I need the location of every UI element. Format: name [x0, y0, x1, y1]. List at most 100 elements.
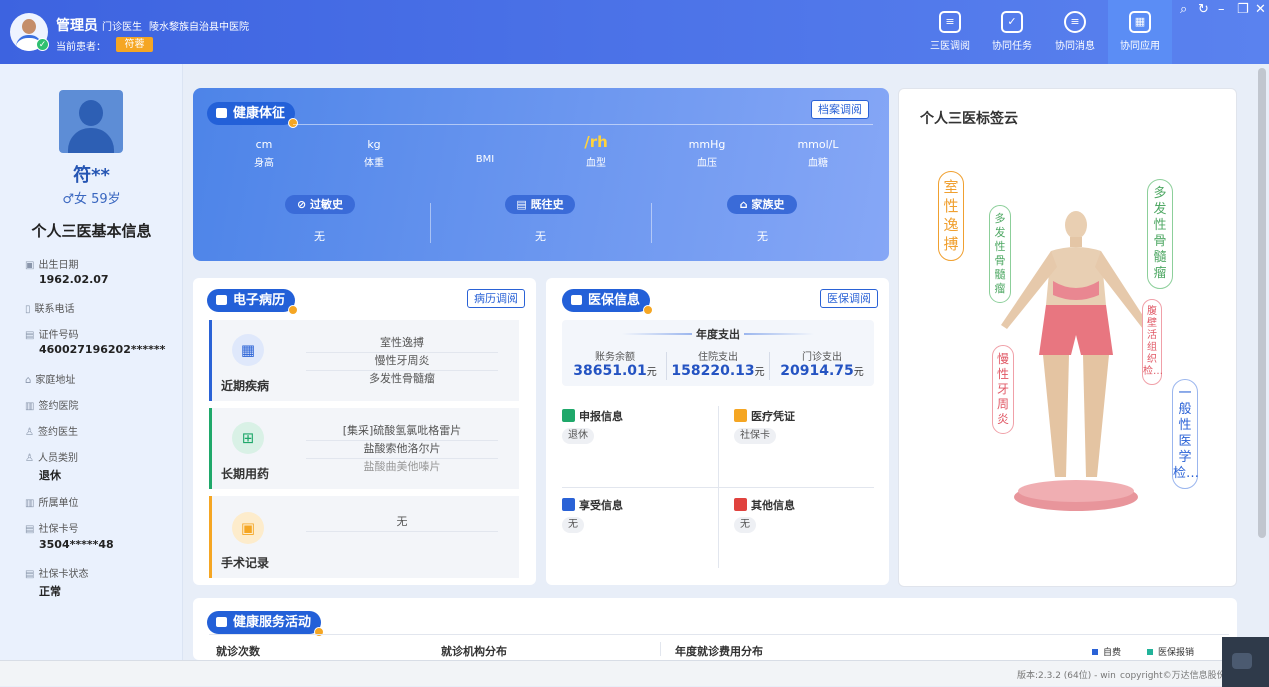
vital-blood-sugar: mmol/L 血糖: [797, 138, 839, 169]
building-icon: ▥: [25, 498, 35, 509]
floating-assistant[interactable]: [1222, 637, 1269, 687]
insurance-title: 医保信息: [562, 289, 654, 315]
field-contract-doctor: ♙ 签约医生: [25, 427, 78, 438]
hospital-name: 陵水黎族自治县中医院: [149, 22, 249, 33]
id-number-value: 460027196202******: [39, 343, 166, 356]
apps-grid-icon: ▦: [1129, 11, 1151, 33]
document-icon: ≡: [939, 11, 961, 33]
checkbox-icon: [562, 409, 575, 422]
history-icon: ▤: [516, 198, 531, 211]
field-birthdate: ▣ 出生日期: [25, 260, 79, 271]
voucher-icon: [734, 409, 747, 422]
verified-icon: ✓: [36, 38, 49, 51]
chat-icon: [1232, 653, 1252, 669]
health-activity-card: 健康服务活动 就诊次数 就诊机构分布 年度就诊费用分布 自费 医保报销: [193, 598, 1237, 660]
tag-cloud-card: 个人三医标签云 室性逸搏 多发性骨髓瘤 多发性骨髓瘤 腹壁活组织检… 慢性牙周炎…: [898, 88, 1237, 587]
nav-three-medical-review[interactable]: ≡ 三医调阅: [921, 0, 979, 64]
medical-voucher-value: 社保卡: [734, 428, 776, 444]
archive-view-button[interactable]: 档案调阅: [811, 100, 869, 119]
account-balance-stat: 账务余额 38651.01元: [573, 352, 657, 379]
annual-expense-panel: 年度支出 账务余额 38651.01元 住院支出 158220.13元 门诊支出…: [562, 320, 874, 386]
birthdate-value: 1962.02.07: [39, 273, 109, 286]
recent-disease-row: ▦ 近期疾病 室性逸搏 慢性牙周炎 多发性骨髓瘤: [209, 320, 519, 401]
user-role: 门诊医生: [102, 22, 142, 33]
vital-blood-type: /rh 血型: [584, 133, 608, 169]
social-card-value: 3504*****48: [39, 538, 114, 551]
card-status-icon: ▤: [25, 569, 35, 580]
patient-sidebar: 符** ♂女 59岁 个人三医基本信息 ▣ 出生日期 1962.02.07 ▯ 联系…: [0, 64, 183, 660]
tag-general-medical-exam[interactable]: 一般性医学检…: [1172, 379, 1199, 489]
nav-collab-messages[interactable]: ≡ 协同消息: [1046, 0, 1104, 64]
field-contract-hospital: ▥ 签约医院: [25, 401, 79, 412]
tag-multiple-myeloma[interactable]: 多发性骨髓瘤: [1147, 179, 1173, 289]
social-card-status-value: 正常: [39, 585, 61, 598]
allergy-icon: ⊘: [296, 198, 311, 211]
list-item: 无: [306, 511, 498, 532]
person-icon: ♙: [25, 453, 34, 464]
nav-collab-apps[interactable]: ▦ 协同应用: [1108, 0, 1172, 64]
vital-weight: kg 体重: [364, 138, 384, 169]
visit-institution-heading: 就诊机构分布: [441, 645, 507, 658]
id-card-icon: ▤: [25, 330, 35, 341]
declaration-info: 申报信息: [562, 408, 623, 424]
vital-height: cm 身高: [254, 138, 274, 169]
search-icon[interactable]: ⌕: [1180, 2, 1187, 17]
insurance-card: 医保信息 医保调阅 年度支出 账务余额 38651.01元 住院支出 15822…: [546, 278, 889, 585]
refresh-icon[interactable]: ↻: [1198, 2, 1209, 17]
surgery-record-row: ▣ 手术记录 无: [209, 496, 519, 578]
vital-blood-pressure: mmHg 血压: [688, 138, 726, 169]
family-history-value: 无: [757, 230, 768, 243]
legend-insurance: 医保报销: [1147, 645, 1194, 658]
benefit-value: 无: [562, 517, 584, 533]
card-icon: ▤: [25, 524, 35, 535]
emr-view-button[interactable]: 病历调阅: [467, 289, 525, 308]
health-vitals-card: 健康体征 档案调阅 cm 身高 kg 体重 BMI /rh 血型 mmHg 血压 mmo…: [193, 88, 889, 261]
past-history-value: 无: [535, 230, 546, 243]
declaration-value: 退休: [562, 428, 594, 444]
home-icon: ⌂: [25, 375, 32, 386]
annual-expense-title: 年度支出: [696, 328, 740, 341]
task-check-icon: ✓: [1001, 11, 1023, 33]
tag-ventricular-escape[interactable]: 室性逸搏: [938, 171, 964, 261]
family-icon: ⌂: [739, 198, 752, 211]
medicine-bottle-icon: ⊞: [232, 422, 264, 454]
field-employer: ▥ 所属单位: [25, 498, 79, 509]
current-patient-badge[interactable]: 符蓉: [116, 37, 153, 52]
inpatient-expense-stat: 住院支出 158220.13元: [671, 352, 765, 379]
benefit-icon: [562, 498, 575, 511]
list-item: 多发性骨髓瘤: [369, 372, 435, 385]
close-icon[interactable]: ✕: [1255, 2, 1266, 17]
tag-chronic-periodontitis[interactable]: 慢性牙周炎: [992, 345, 1014, 434]
other-value: 无: [734, 517, 756, 533]
allergy-history-value: 无: [314, 230, 325, 243]
field-phone: ▯ 联系电话: [25, 304, 75, 315]
visit-count-heading: 就诊次数: [216, 645, 260, 658]
medical-voucher-info: 医疗凭证: [734, 408, 795, 424]
restore-icon[interactable]: ❐: [1237, 2, 1249, 17]
patient-name: 符**: [73, 165, 110, 186]
status-bar: 版本:2.3.2 (64位) - win copyright©万达信息股份: [0, 637, 1269, 687]
tag-abdominal-biopsy[interactable]: 腹壁活组织检…: [1142, 299, 1163, 385]
more-icon: [734, 498, 747, 511]
tag-cloud-title: 个人三医标签云: [920, 111, 1018, 127]
benefit-info: 享受信息: [562, 497, 623, 513]
version-text: 版本:2.3.2 (64位) - win: [1017, 671, 1116, 681]
minimize-icon[interactable]: –: [1218, 2, 1225, 17]
field-id-number: ▤ 证件号码: [25, 330, 79, 341]
outpatient-expense-stat: 门诊支出 20914.75元: [780, 352, 864, 379]
scrollbar[interactable]: [1258, 68, 1266, 538]
allergy-history-tag: ⊘ 过敏史: [285, 195, 355, 214]
tag-multiple-myeloma-small[interactable]: 多发性骨髓瘤: [989, 205, 1011, 303]
legend-self-pay: 自费: [1092, 645, 1121, 658]
patient-photo: [59, 90, 123, 153]
annual-cost-heading: 年度就诊费用分布: [675, 645, 763, 658]
basic-info-title: 个人三医基本信息: [31, 222, 152, 240]
nav-collab-tasks[interactable]: ✓ 协同任务: [983, 0, 1041, 64]
hospital-icon: ▥: [25, 401, 35, 412]
doctor-icon: ♙: [25, 427, 34, 438]
copyright-text: copyright©万达信息股份: [1120, 671, 1226, 681]
calendar-plus-icon: ▦: [232, 334, 264, 366]
patient-gender-age: ♂女 59岁: [62, 192, 121, 207]
insurance-view-button[interactable]: 医保调阅: [820, 289, 878, 308]
long-term-medication-row: ⊞ 长期用药 [集采]硫酸氢氯吡格雷片 盐酸索他洛尔片 盐酸曲美他嗪片: [209, 408, 519, 489]
